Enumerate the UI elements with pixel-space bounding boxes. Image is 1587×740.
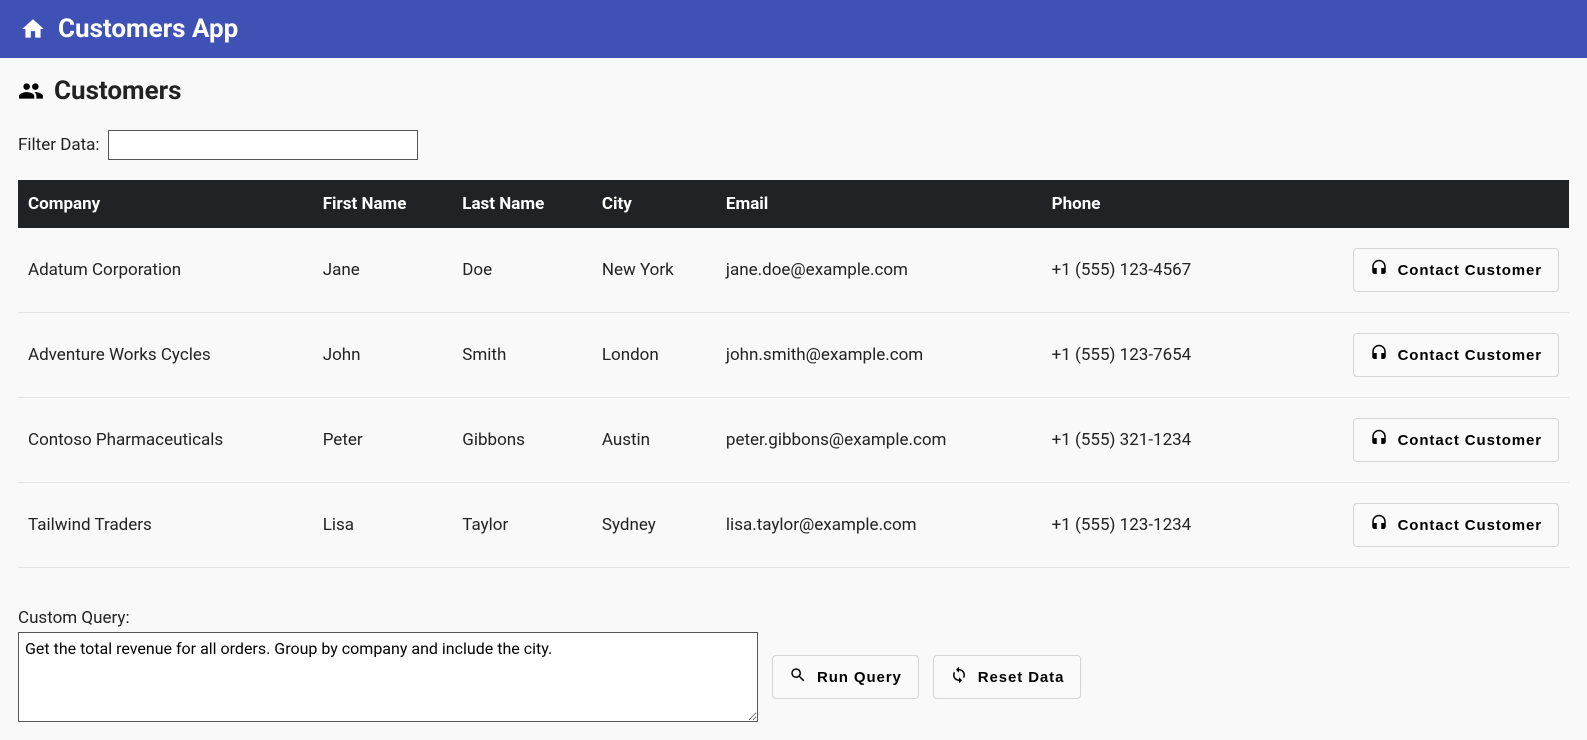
contact-customer-label: Contact Customer <box>1398 517 1542 534</box>
contact-customer-button[interactable]: Contact Customer <box>1353 418 1559 462</box>
run-query-label: Run Query <box>817 669 902 686</box>
cell-email: lisa.taylor@example.com <box>716 483 1042 568</box>
home-icon[interactable] <box>20 16 46 42</box>
cell-first_name: Lisa <box>313 483 453 568</box>
contact-customer-button[interactable]: Contact Customer <box>1353 333 1559 377</box>
custom-query-label: Custom Query: <box>18 608 1569 628</box>
page-title: Customers <box>54 76 182 106</box>
people-icon <box>18 78 44 104</box>
refresh-icon <box>950 666 968 688</box>
cell-city: New York <box>592 228 716 313</box>
filter-label: Filter Data: <box>18 135 100 155</box>
cell-company: Adatum Corporation <box>18 228 313 313</box>
col-first-name: First Name <box>313 180 453 228</box>
custom-query-input[interactable] <box>18 632 758 722</box>
cell-phone: +1 (555) 123-1234 <box>1042 483 1275 568</box>
reset-data-button[interactable]: Reset Data <box>933 655 1082 699</box>
cell-company: Adventure Works Cycles <box>18 313 313 398</box>
table-header-row: Company First Name Last Name City Email … <box>18 180 1569 228</box>
cell-last_name: Doe <box>452 228 592 313</box>
col-company: Company <box>18 180 313 228</box>
headset-icon <box>1370 514 1388 536</box>
table-row: Adatum CorporationJaneDoeNew Yorkjane.do… <box>18 228 1569 313</box>
cell-last_name: Smith <box>452 313 592 398</box>
cell-actions: Contact Customer <box>1274 313 1569 398</box>
cell-first_name: Jane <box>313 228 453 313</box>
reset-data-label: Reset Data <box>978 669 1065 686</box>
run-query-button[interactable]: Run Query <box>772 655 919 699</box>
cell-company: Contoso Pharmaceuticals <box>18 398 313 483</box>
cell-city: Sydney <box>592 483 716 568</box>
main-content: Customers Filter Data: Company First Nam… <box>0 58 1587 740</box>
contact-customer-label: Contact Customer <box>1398 262 1542 279</box>
filter-row: Filter Data: <box>18 130 1569 160</box>
customers-table: Company First Name Last Name City Email … <box>18 180 1569 568</box>
contact-customer-label: Contact Customer <box>1398 432 1542 449</box>
table-row: Tailwind TradersLisaTaylorSydneylisa.tay… <box>18 483 1569 568</box>
search-icon <box>789 666 807 688</box>
headset-icon <box>1370 259 1388 281</box>
headset-icon <box>1370 429 1388 451</box>
filter-input[interactable] <box>108 130 418 160</box>
page-heading: Customers <box>18 76 1569 106</box>
col-email: Email <box>716 180 1042 228</box>
headset-icon <box>1370 344 1388 366</box>
cell-city: London <box>592 313 716 398</box>
cell-city: Austin <box>592 398 716 483</box>
cell-email: john.smith@example.com <box>716 313 1042 398</box>
cell-last_name: Gibbons <box>452 398 592 483</box>
app-header: Customers App <box>0 0 1587 58</box>
col-phone: Phone <box>1042 180 1275 228</box>
query-section: Custom Query: Run Query Reset Data <box>18 608 1569 722</box>
contact-customer-button[interactable]: Contact Customer <box>1353 503 1559 547</box>
cell-phone: +1 (555) 321-1234 <box>1042 398 1275 483</box>
cell-company: Tailwind Traders <box>18 483 313 568</box>
cell-phone: +1 (555) 123-4567 <box>1042 228 1275 313</box>
cell-actions: Contact Customer <box>1274 398 1569 483</box>
table-row: Adventure Works CyclesJohnSmithLondonjoh… <box>18 313 1569 398</box>
cell-last_name: Taylor <box>452 483 592 568</box>
cell-actions: Contact Customer <box>1274 228 1569 313</box>
cell-phone: +1 (555) 123-7654 <box>1042 313 1275 398</box>
cell-email: jane.doe@example.com <box>716 228 1042 313</box>
contact-customer-label: Contact Customer <box>1398 347 1542 364</box>
table-row: Contoso PharmaceuticalsPeterGibbonsAusti… <box>18 398 1569 483</box>
cell-first_name: Peter <box>313 398 453 483</box>
cell-first_name: John <box>313 313 453 398</box>
cell-actions: Contact Customer <box>1274 483 1569 568</box>
app-title: Customers App <box>58 14 238 44</box>
contact-customer-button[interactable]: Contact Customer <box>1353 248 1559 292</box>
col-last-name: Last Name <box>452 180 592 228</box>
cell-email: peter.gibbons@example.com <box>716 398 1042 483</box>
col-city: City <box>592 180 716 228</box>
col-actions <box>1274 180 1569 228</box>
